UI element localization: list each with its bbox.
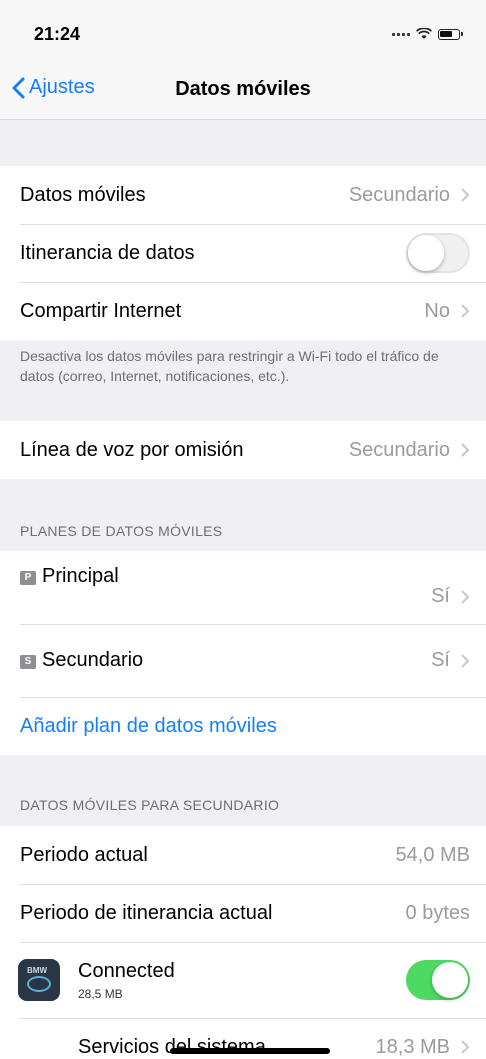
row-plan-principal[interactable]: P Principal Sí bbox=[0, 551, 486, 624]
row-label: P Principal bbox=[20, 551, 431, 588]
app-data-toggle[interactable] bbox=[406, 960, 470, 1000]
wifi-icon bbox=[416, 28, 432, 39]
sim-badge-icon: S bbox=[20, 655, 36, 669]
row-value: Sí bbox=[431, 649, 450, 671]
row-label: Servicios del sistema bbox=[78, 1035, 266, 1058]
cellular-signal-icon bbox=[392, 32, 410, 36]
row-value: 18,3 MB bbox=[375, 1035, 450, 1058]
status-time: 21:24 bbox=[34, 24, 81, 44]
data-footnote: Desactiva los datos móviles para restrin… bbox=[20, 348, 439, 384]
chevron-right-icon bbox=[461, 443, 470, 457]
row-add-plan[interactable]: Añadir plan de datos móviles bbox=[0, 697, 486, 755]
home-indicator[interactable] bbox=[170, 1048, 330, 1054]
status-bar: 21:24 bbox=[0, 0, 486, 60]
row-label: Periodo de itinerancia actual bbox=[20, 901, 273, 924]
section-header-usage: DATOS MÓVILES PARA SECUNDARIO bbox=[20, 797, 280, 813]
row-value: No bbox=[424, 299, 450, 322]
row-label: Itinerancia de datos bbox=[20, 241, 195, 264]
row-value: Sí bbox=[431, 585, 450, 607]
settings-group-voice: Línea de voz por omisión Secundario bbox=[0, 421, 486, 479]
row-periodo-itinerancia: Periodo de itinerancia actual 0 bytes bbox=[0, 884, 486, 942]
row-periodo-actual: Periodo actual 54,0 MB bbox=[0, 826, 486, 884]
chevron-right-icon bbox=[461, 589, 470, 604]
settings-group-data: Datos móviles Secundario Itinerancia de … bbox=[0, 166, 486, 340]
navigation-bar: Ajustes Datos móviles bbox=[0, 60, 486, 120]
sim-badge-icon: P bbox=[20, 571, 36, 585]
row-value: Secundario bbox=[348, 438, 450, 461]
toggle-knob bbox=[408, 235, 444, 271]
status-icons bbox=[392, 27, 463, 41]
row-itinerancia: Itinerancia de datos bbox=[0, 224, 486, 282]
toggle-knob bbox=[432, 962, 468, 998]
chevron-right-icon bbox=[461, 304, 470, 318]
row-label: S Secundario bbox=[20, 649, 431, 672]
row-label: Compartir Internet bbox=[20, 299, 182, 322]
app-name: Connected bbox=[78, 959, 175, 982]
settings-group-usage: Periodo actual 54,0 MB Periodo de itiner… bbox=[0, 826, 486, 1059]
row-value: 54,0 MB bbox=[395, 843, 470, 866]
chevron-right-icon bbox=[461, 188, 470, 202]
row-label: Datos móviles bbox=[20, 183, 146, 206]
row-label: Línea de voz por omisión bbox=[20, 438, 244, 461]
app-info: Connected 28,5 MB bbox=[78, 960, 406, 1001]
row-value: 0 bytes bbox=[405, 901, 470, 924]
row-app-connected: BMW Connected 28,5 MB bbox=[0, 942, 486, 1018]
settings-group-plans: P Principal Sí S Secundario Sí Añadir plan… bbox=[0, 551, 486, 755]
roaming-toggle[interactable] bbox=[406, 233, 470, 273]
row-label: Periodo actual bbox=[20, 843, 148, 866]
row-compartir-internet[interactable]: Compartir Internet No bbox=[0, 282, 486, 340]
chevron-right-icon bbox=[461, 1040, 470, 1054]
bmw-connected-app-icon: BMW bbox=[18, 959, 60, 1001]
battery-icon bbox=[438, 28, 463, 40]
section-header-plans: PLANES DE DATOS MÓVILES bbox=[20, 523, 223, 539]
app-usage: 28,5 MB bbox=[78, 986, 123, 1001]
row-value: Secundario bbox=[348, 183, 450, 206]
row-plan-secundario[interactable]: S Secundario Sí bbox=[0, 624, 486, 697]
row-linea-voz[interactable]: Línea de voz por omisión Secundario bbox=[0, 421, 486, 479]
add-plan-link[interactable]: Añadir plan de datos móviles bbox=[20, 715, 277, 738]
page-title: Datos móviles bbox=[175, 78, 311, 100]
chevron-right-icon bbox=[461, 653, 470, 668]
row-datos-moviles[interactable]: Datos móviles Secundario bbox=[0, 166, 486, 224]
